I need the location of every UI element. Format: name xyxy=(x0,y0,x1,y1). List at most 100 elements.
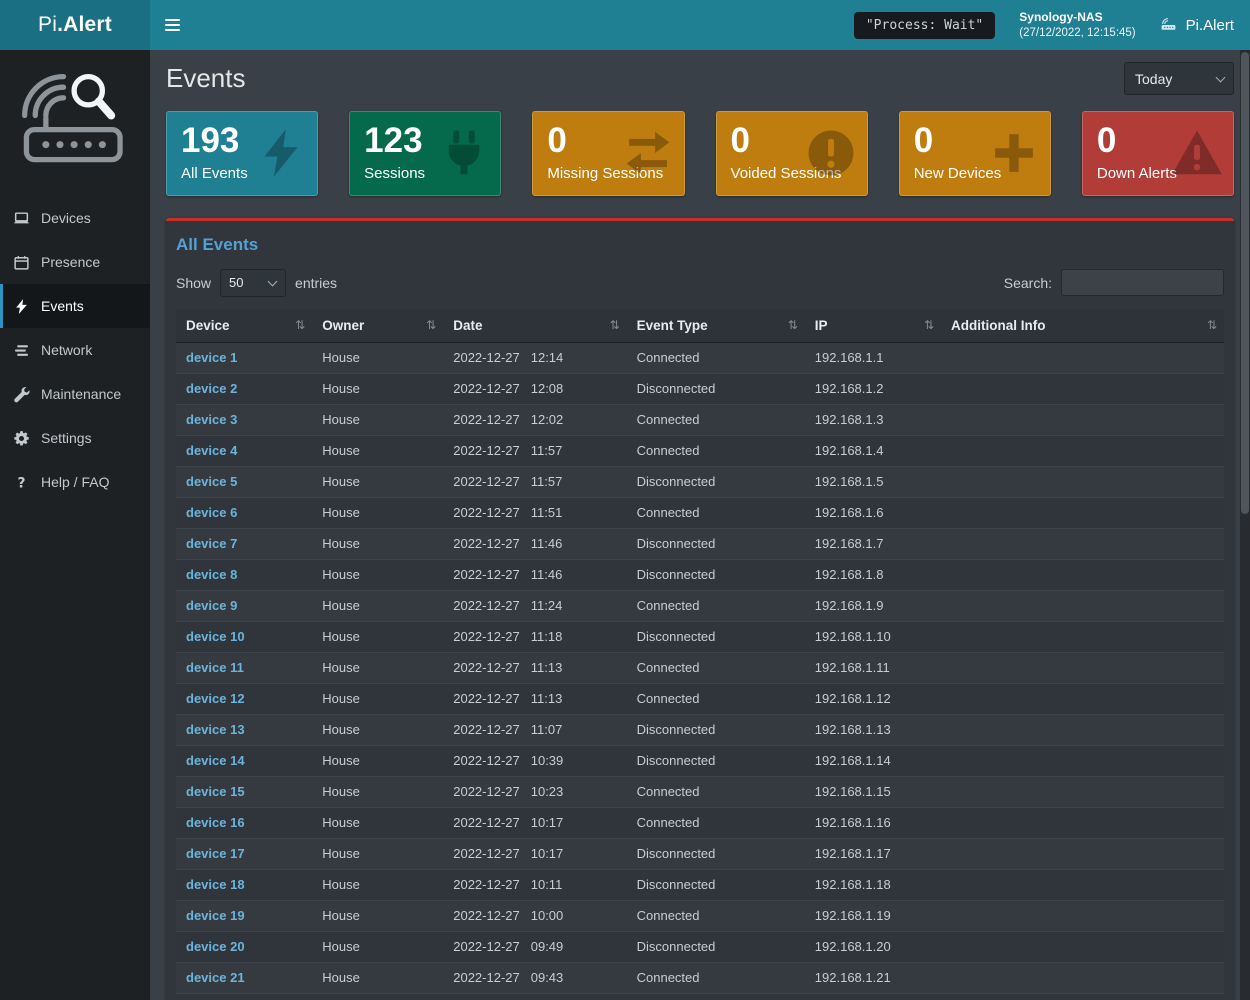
column-header[interactable]: Additional Info ⇅ xyxy=(941,309,1224,343)
app-link[interactable]: Pi.Alert xyxy=(1160,13,1234,37)
device-link[interactable]: device 8 xyxy=(186,567,237,582)
sidebar-nav: Devices Presence Events Network Maintena… xyxy=(0,196,150,504)
table-row: device 17 House 2022-12-2710:17 Disconne… xyxy=(176,838,1224,869)
device-link[interactable]: device 19 xyxy=(186,908,245,923)
owner-cell: House xyxy=(312,652,443,683)
process-status-badge: "Process: Wait" xyxy=(854,12,995,39)
page-size-select[interactable]: 50 xyxy=(220,269,286,297)
brand-logo: Pi.Alert xyxy=(0,0,150,50)
table-row: device 8 House 2022-12-2711:46 Disconnec… xyxy=(176,559,1224,590)
device-link[interactable]: device 2 xyxy=(186,381,237,396)
table-row: device 14 House 2022-12-2710:39 Disconne… xyxy=(176,745,1224,776)
table-row: device 20 House 2022-12-2709:49 Disconne… xyxy=(176,931,1224,962)
device-link[interactable]: device 11 xyxy=(186,660,244,675)
additional-info-cell xyxy=(941,962,1224,993)
ip-cell: 192.168.1.5 xyxy=(805,466,941,497)
column-header[interactable]: Event Type ⇅ xyxy=(627,309,805,343)
date-cell: 2022-12-2709:43 xyxy=(443,962,626,993)
device-link[interactable]: device 9 xyxy=(186,598,237,613)
additional-info-cell xyxy=(941,900,1224,931)
hamburger-menu-icon[interactable] xyxy=(150,0,194,50)
device-link[interactable]: device 4 xyxy=(186,443,237,458)
alert-circle-icon xyxy=(805,127,857,179)
owner-cell: House xyxy=(312,590,443,621)
search-control: Search: xyxy=(1004,269,1224,296)
column-header[interactable]: Owner ⇅ xyxy=(312,309,443,343)
sidebar-item-label: Maintenance xyxy=(41,386,121,402)
card-all-events: 193 All Events xyxy=(166,111,318,196)
column-header[interactable]: Date ⇅ xyxy=(443,309,626,343)
column-header[interactable]: Device ⇅ xyxy=(176,309,312,343)
device-link[interactable]: device 21 xyxy=(186,970,245,985)
ip-cell: 192.168.1.4 xyxy=(805,435,941,466)
additional-info-cell xyxy=(941,466,1224,497)
brand-light: Pi xyxy=(38,13,57,37)
table-row: device 10 House 2022-12-2711:18 Disconne… xyxy=(176,621,1224,652)
event-type-cell: Disconnected xyxy=(627,869,805,900)
additional-info-cell xyxy=(941,931,1224,962)
table-row: device 5 House 2022-12-2711:57 Disconnec… xyxy=(176,466,1224,497)
date-cell: 2022-12-2712:02 xyxy=(443,404,626,435)
date-cell: 2022-12-2709:21 xyxy=(443,993,626,1000)
device-link[interactable]: device 20 xyxy=(186,939,245,954)
device-link[interactable]: device 1 xyxy=(186,350,237,365)
svg-text:?: ? xyxy=(17,475,25,491)
page-header: Events Today xyxy=(166,62,1234,95)
date-cell: 2022-12-2710:00 xyxy=(443,900,626,931)
additional-info-cell xyxy=(941,683,1224,714)
device-link[interactable]: device 3 xyxy=(186,412,237,427)
event-type-cell: IP Changed xyxy=(627,993,805,1000)
event-type-cell: Disconnected xyxy=(627,528,805,559)
calendar-icon xyxy=(13,254,30,271)
card-new-devices: 0 New Devices xyxy=(899,111,1051,196)
additional-info-cell xyxy=(941,497,1224,528)
scrollbar-thumb[interactable] xyxy=(1241,52,1249,514)
ip-cell: 192.168.1.6 xyxy=(805,497,941,528)
ip-cell: 192.168.1.12 xyxy=(805,683,941,714)
device-link[interactable]: device 14 xyxy=(186,753,245,768)
device-link[interactable]: device 18 xyxy=(186,877,245,892)
device-link[interactable]: device 13 xyxy=(186,722,245,737)
device-link[interactable]: device 12 xyxy=(186,691,245,706)
date-cell: 2022-12-2711:57 xyxy=(443,435,626,466)
device-link[interactable]: device 6 xyxy=(186,505,237,520)
sidebar-item-network[interactable]: Network xyxy=(0,328,150,372)
device-link[interactable]: device 15 xyxy=(186,784,245,799)
events-table: Device ⇅ Owner ⇅ Date ⇅ Event Type ⇅ IP … xyxy=(176,309,1224,1000)
additional-info-cell: Previous IP: 192.168.1.255 xyxy=(941,993,1224,1000)
column-header[interactable]: IP ⇅ xyxy=(805,309,941,343)
column-header-label: Additional Info xyxy=(951,318,1045,333)
sidebar-item-help[interactable]: ? Help / FAQ xyxy=(0,460,150,504)
table-row: device 18 House 2022-12-2710:11 Disconne… xyxy=(176,869,1224,900)
sort-icon: ⇅ xyxy=(924,318,934,332)
date-cell: 2022-12-2711:13 xyxy=(443,683,626,714)
additional-info-cell xyxy=(941,342,1224,373)
sidebar: Devices Presence Events Network Maintena… xyxy=(0,50,150,1000)
device-link[interactable]: device 7 xyxy=(186,536,237,551)
sidebar-item-presence[interactable]: Presence xyxy=(0,240,150,284)
device-link[interactable]: device 16 xyxy=(186,815,245,830)
device-link[interactable]: device 10 xyxy=(186,629,245,644)
search-input[interactable] xyxy=(1061,269,1224,296)
device-link[interactable]: device 5 xyxy=(186,474,237,489)
event-type-cell: Connected xyxy=(627,342,805,373)
period-select[interactable]: Today xyxy=(1124,62,1234,95)
owner-cell: House xyxy=(312,621,443,652)
sidebar-item-events[interactable]: Events xyxy=(0,284,150,328)
event-type-cell: Disconnected xyxy=(627,559,805,590)
table-row: device 9 House 2022-12-2711:24 Connected… xyxy=(176,590,1224,621)
sidebar-item-settings[interactable]: Settings xyxy=(0,416,150,460)
sidebar-item-label: Help / FAQ xyxy=(41,474,109,490)
event-type-cell: Connected xyxy=(627,404,805,435)
sidebar-item-devices[interactable]: Devices xyxy=(0,196,150,240)
warning-triangle-icon xyxy=(1171,127,1223,179)
vertical-scrollbar[interactable] xyxy=(1240,50,1250,1000)
ip-cell: 192.168.1.22 xyxy=(805,993,941,1000)
event-type-cell: Connected xyxy=(627,807,805,838)
event-type-cell: Disconnected xyxy=(627,745,805,776)
sidebar-item-maintenance[interactable]: Maintenance xyxy=(0,372,150,416)
owner-cell: House xyxy=(312,745,443,776)
ip-cell: 192.168.1.20 xyxy=(805,931,941,962)
table-row: device 11 House 2022-12-2711:13 Connecte… xyxy=(176,652,1224,683)
device-link[interactable]: device 17 xyxy=(186,846,245,861)
